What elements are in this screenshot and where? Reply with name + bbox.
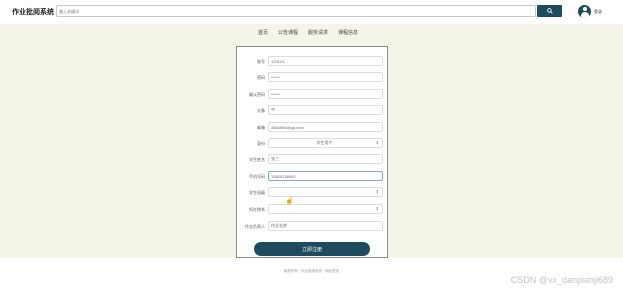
user-avatar-icon[interactable] — [578, 5, 591, 18]
avatar-input[interactable] — [268, 105, 383, 115]
form-row-class: 学生班级 ⇕ — [237, 187, 387, 198]
chevron-down-icon: ⇕ — [375, 206, 379, 211]
account-input[interactable] — [268, 56, 383, 66]
field-label: 确认密码 — [249, 92, 265, 97]
form-row-confirm-password: 确认密码 — [237, 89, 387, 100]
field-label: 头像 — [257, 108, 265, 113]
confirm-password-input[interactable] — [268, 89, 383, 99]
search-icon — [546, 8, 553, 14]
form-row-role: 身份 学生用户 ⇕ — [237, 138, 387, 149]
field-label: 密码 — [257, 75, 265, 80]
register-card: 账号 密码 确认密码 头像 邮箱 身份 学生用户 ⇕ 学生姓名 手机号码 学生班… — [236, 46, 388, 258]
form-row-department: 所在院系 ⇕ — [237, 204, 387, 215]
role-select[interactable]: 学生用户 ⇕ — [268, 138, 383, 148]
password-input[interactable] — [268, 72, 383, 82]
main-nav: 首页 公告课程 服务请求 课程信息 — [258, 29, 358, 36]
role-select-value: 学生用户 — [316, 140, 333, 145]
chevron-down-icon: ⇕ — [375, 140, 379, 145]
chevron-down-icon: ⇕ — [375, 189, 379, 194]
mouse-cursor-icon: ☝ — [285, 198, 294, 205]
field-label: 作业负责人 — [245, 224, 265, 229]
field-label: 学生姓名 — [249, 157, 265, 162]
class-select[interactable]: ⇕ — [268, 187, 383, 197]
form-row-phone: 手机号码 — [237, 171, 387, 182]
nav-item-home[interactable]: 首页 — [258, 29, 268, 36]
form-row-account: 账号 — [237, 56, 387, 67]
watermark: CSDN @vx_danpianji689 — [510, 275, 613, 285]
login-link[interactable]: 登录 — [594, 9, 602, 15]
search-box — [56, 5, 536, 17]
owner-input[interactable] — [268, 221, 383, 231]
field-label: 账号 — [257, 59, 265, 64]
form-row-password: 密码 — [237, 72, 387, 83]
form-row-student-name: 学生姓名 — [237, 154, 387, 165]
search-button[interactable] — [537, 5, 562, 17]
search-input[interactable] — [59, 6, 529, 16]
email-input[interactable] — [268, 122, 383, 132]
phone-input[interactable] — [268, 171, 383, 181]
field-label: 学生班级 — [249, 190, 265, 195]
department-select[interactable]: ⇕ — [268, 204, 383, 214]
footer-text: 版权所有 · 作业批阅系统 · 网站首页 — [283, 269, 340, 273]
form-row-avatar: 头像 — [237, 105, 387, 116]
form-row-email: 邮箱 — [237, 122, 387, 133]
nav-item-announcements[interactable]: 公告课程 — [278, 29, 298, 36]
field-label: 邮箱 — [257, 125, 265, 130]
top-bar: 作业批阅系统 登录 — [0, 0, 623, 24]
student-name-input[interactable] — [268, 154, 383, 164]
form-row-owner: 作业负责人 — [237, 221, 387, 232]
nav-item-requests[interactable]: 服务请求 — [308, 29, 328, 36]
site-logo: 作业批阅系统 — [12, 9, 54, 16]
field-label: 所在院系 — [249, 207, 265, 212]
field-label: 身份 — [257, 141, 265, 146]
nav-item-courses[interactable]: 课程信息 — [338, 29, 358, 36]
register-button[interactable]: 立即注册 — [254, 242, 370, 256]
field-label: 手机号码 — [249, 174, 265, 179]
